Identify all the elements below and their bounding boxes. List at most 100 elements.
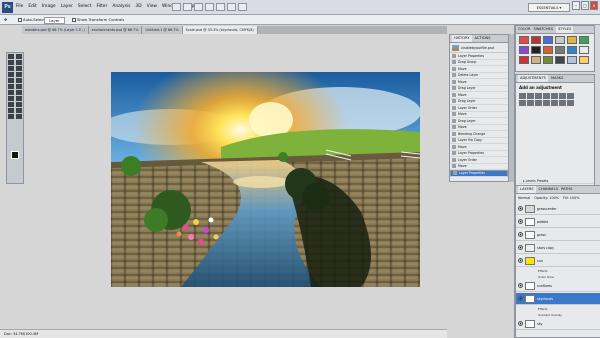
menu-edit[interactable]: Edit <box>28 4 37 9</box>
style-swatch[interactable] <box>579 36 589 44</box>
menu-filter[interactable]: Filter <box>96 4 107 9</box>
opacity-field[interactable]: Opacity: 100% <box>534 196 559 200</box>
marquee-tool-icon[interactable] <box>16 54 22 59</box>
invert-icon[interactable] <box>543 100 550 106</box>
style-swatch[interactable] <box>519 46 529 54</box>
layer-row[interactable]: skyclouds <box>516 293 600 305</box>
layer-row[interactable]: stars copy <box>516 242 600 254</box>
shape-tool-icon[interactable] <box>16 102 22 107</box>
auto-select-checkbox[interactable] <box>18 18 22 22</box>
curves-icon[interactable] <box>535 93 542 99</box>
brightness-icon[interactable] <box>519 93 526 99</box>
layer-row[interactable]: sunflares <box>516 280 600 292</box>
tab-masks[interactable]: MASKS <box>551 75 563 82</box>
gradient-map-icon[interactable] <box>567 100 574 106</box>
arrange-documents-button[interactable] <box>227 3 236 11</box>
lasso-tool-icon[interactable] <box>8 60 14 65</box>
eyedropper-tool-icon[interactable] <box>16 66 22 71</box>
visibility-eye-icon[interactable] <box>518 283 523 288</box>
tab-document-2[interactable]: environments.psd @ 66.7% <box>88 26 143 34</box>
style-swatch[interactable] <box>579 46 589 54</box>
layer-row[interactable]: grass <box>516 229 600 241</box>
visibility-eye-icon[interactable] <box>518 321 523 326</box>
quick-select-tool-icon[interactable] <box>16 60 22 65</box>
canvas-area[interactable] <box>26 34 447 329</box>
style-swatch[interactable] <box>555 36 565 44</box>
healing-brush-tool-icon[interactable] <box>8 72 14 77</box>
style-swatch[interactable] <box>543 56 553 64</box>
tab-color[interactable]: COLOR <box>518 26 531 33</box>
photo-filter-icon[interactable] <box>527 100 534 106</box>
zoom-level-button[interactable] <box>205 3 214 11</box>
view-extras-button[interactable] <box>194 3 203 11</box>
crop-tool-icon[interactable] <box>8 66 14 71</box>
path-select-tool-icon[interactable] <box>8 102 14 107</box>
workspace-switcher[interactable]: ESSENTIALS ▾ <box>528 3 570 12</box>
zoom-tool-icon[interactable] <box>16 114 22 119</box>
tab-document-3[interactable]: Untitled-1 @ 66.7% <box>142 26 183 34</box>
history-item[interactable]: Layer Properties <box>450 170 508 177</box>
screen-mode-button[interactable] <box>238 3 247 11</box>
channel-mixer-icon[interactable] <box>535 100 542 106</box>
clone-stamp-tool-icon[interactable] <box>8 78 14 83</box>
fill-field[interactable]: Fill: 100% <box>563 196 579 200</box>
tab-document-active[interactable]: Scale-psd @ 33.3% (skyclouds, CMYK/8) <box>182 26 258 34</box>
tab-history[interactable]: HISTORY <box>452 35 472 42</box>
menu-image[interactable]: Image <box>42 4 56 9</box>
document-size-info[interactable]: Doc: 34.7M/100.4M <box>4 330 38 338</box>
menu-layer[interactable]: Layer <box>61 4 73 9</box>
style-swatch[interactable] <box>567 46 577 54</box>
exposure-icon[interactable] <box>543 93 550 99</box>
style-swatch[interactable] <box>567 56 577 64</box>
style-swatch[interactable] <box>555 56 565 64</box>
transform-controls-option[interactable]: Show Transform Controls <box>72 17 124 22</box>
eraser-tool-icon[interactable] <box>8 84 14 89</box>
history-snapshot[interactable]: visiblebyoutfile.psd <box>450 43 508 53</box>
mini-bridge-button[interactable] <box>183 3 192 11</box>
layer-row[interactable]: sky <box>516 318 600 330</box>
menu-file[interactable]: File <box>16 4 23 9</box>
levels-icon[interactable] <box>527 93 534 99</box>
style-swatch[interactable] <box>543 46 553 54</box>
black-white-icon[interactable] <box>519 100 526 106</box>
color-balance-icon[interactable] <box>567 93 574 99</box>
layer-row[interactable]: pebble <box>516 216 600 228</box>
visibility-eye-icon[interactable] <box>518 219 523 224</box>
visibility-eye-icon[interactable] <box>518 206 523 211</box>
style-swatch[interactable] <box>579 56 589 64</box>
move-tool-icon[interactable] <box>8 54 14 59</box>
menu-view[interactable]: View <box>147 4 157 9</box>
close-button[interactable]: × <box>590 1 598 10</box>
3d-camera-tool-icon[interactable] <box>16 108 22 113</box>
foreground-color-swatch[interactable] <box>11 151 19 159</box>
tab-swatches[interactable]: SWATCHES <box>534 26 554 33</box>
style-swatch[interactable] <box>531 56 541 64</box>
menu-select[interactable]: Select <box>78 4 92 9</box>
vibrance-icon[interactable] <box>551 93 558 99</box>
pen-tool-icon[interactable] <box>8 96 14 101</box>
tab-adjustments[interactable]: ADJUSTMENTS <box>518 75 548 82</box>
brush-tool-icon[interactable] <box>16 72 22 77</box>
style-swatch[interactable] <box>519 56 529 64</box>
tab-paths[interactable]: PATHS <box>561 186 572 193</box>
posterize-icon[interactable] <box>551 100 558 106</box>
style-swatch[interactable] <box>531 36 541 44</box>
layer-row[interactable]: grasscenter <box>516 203 600 215</box>
document-canvas[interactable] <box>111 72 420 287</box>
auto-select-option[interactable]: Auto-Select: <box>18 17 46 22</box>
blur-tool-icon[interactable] <box>8 90 14 95</box>
transform-controls-checkbox[interactable] <box>72 18 76 22</box>
minimize-button[interactable]: – <box>572 1 580 10</box>
hand-tool-icon[interactable] <box>8 114 14 119</box>
visibility-eye-icon[interactable] <box>518 232 523 237</box>
menu-analysis[interactable]: Analysis <box>112 4 130 9</box>
hand-tool-button[interactable] <box>216 3 225 11</box>
tab-channels[interactable]: CHANNELS <box>539 186 559 193</box>
visibility-eye-icon[interactable] <box>518 296 523 301</box>
style-swatch[interactable] <box>531 46 541 54</box>
threshold-icon[interactable] <box>559 100 566 106</box>
blend-mode-select[interactable]: Normal <box>518 196 530 200</box>
visibility-eye-icon[interactable] <box>518 245 523 250</box>
auto-select-target-select[interactable]: Layer <box>44 17 65 24</box>
style-swatch[interactable] <box>555 46 565 54</box>
